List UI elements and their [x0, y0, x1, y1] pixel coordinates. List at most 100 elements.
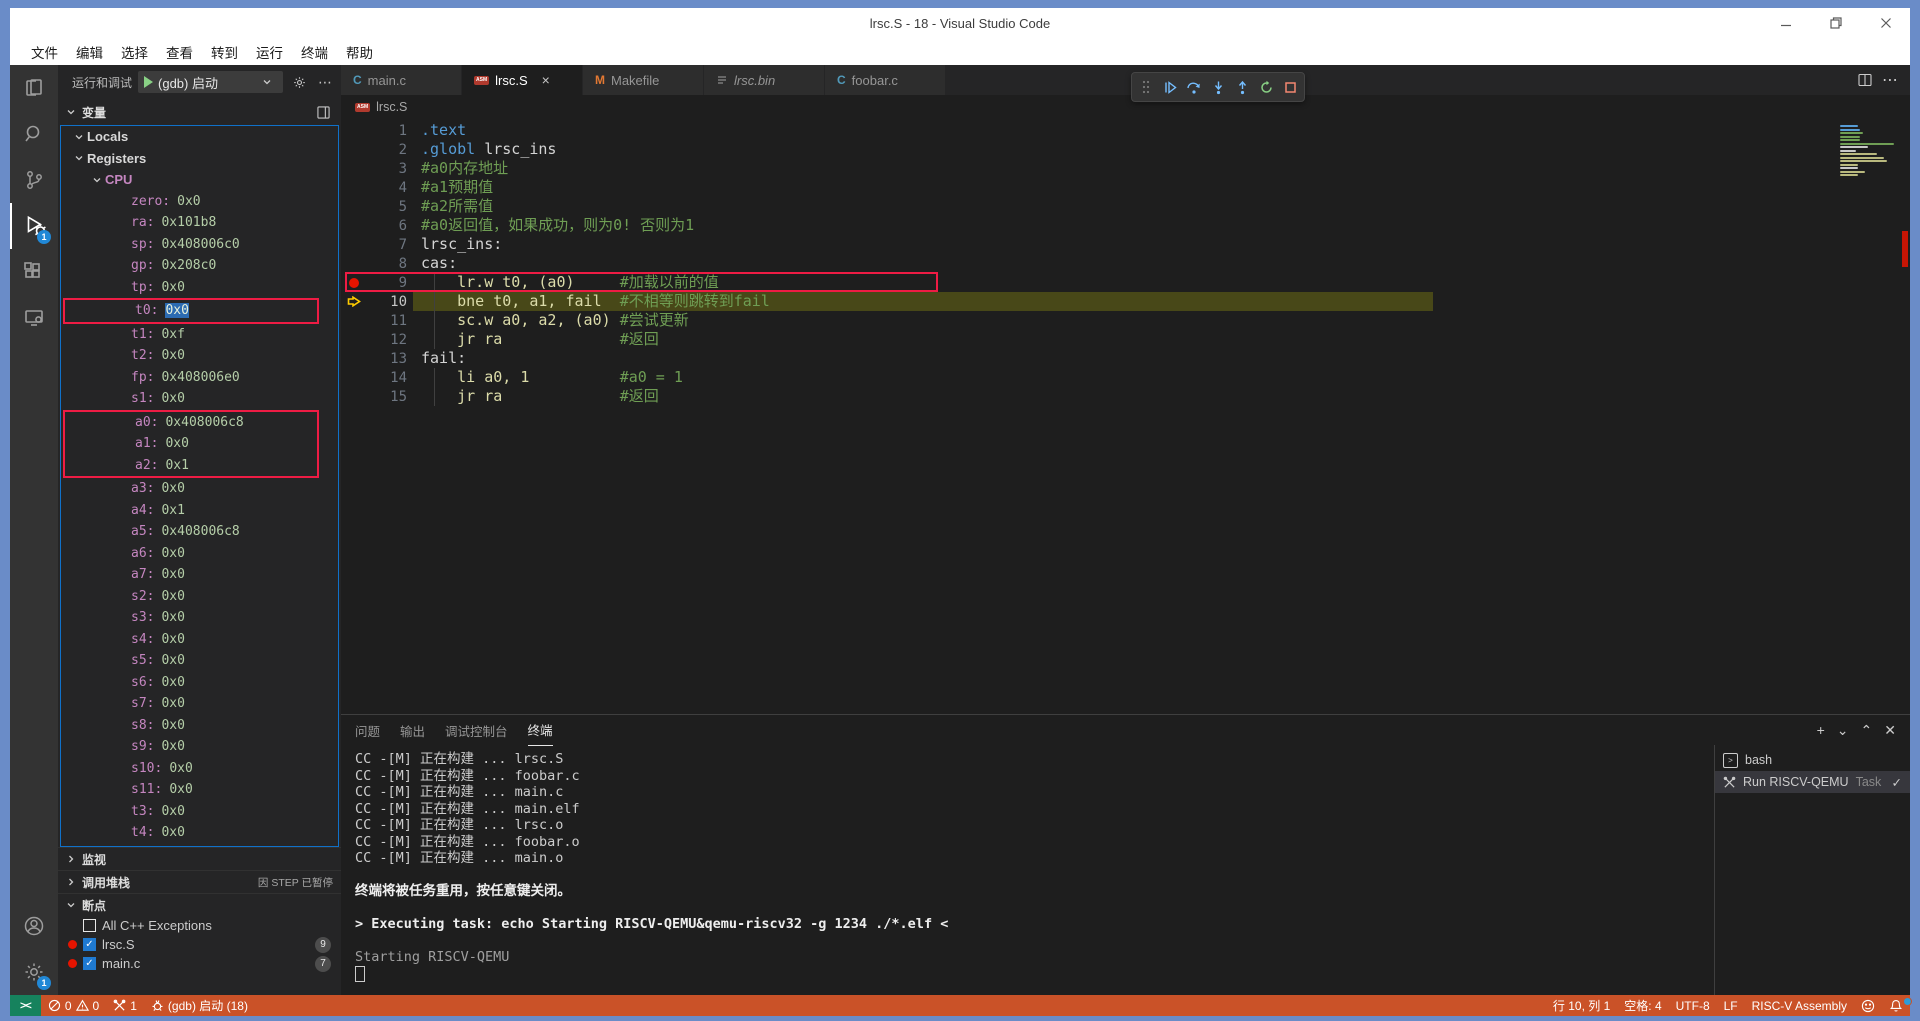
start-debug-icon[interactable] [144, 76, 153, 88]
register-t2[interactable]: t2:0x0 [61, 345, 338, 367]
running-tasks-status[interactable]: 1 [106, 995, 144, 1016]
register-sp[interactable]: sp:0x408006c0 [61, 234, 338, 256]
indent-status[interactable]: 空格: 4 [1617, 997, 1668, 1014]
register-s2[interactable]: s2:0x0 [61, 586, 338, 608]
register-s10[interactable]: s10:0x0 [61, 758, 338, 780]
register-a7[interactable]: a7:0x0 [61, 564, 338, 586]
toolbar-grip-handle[interactable] [1136, 76, 1156, 98]
breakpoints-section-header[interactable]: 断点 [58, 893, 341, 916]
notifications-bell-icon[interactable] [1882, 999, 1910, 1013]
new-terminal-icon[interactable]: + [1817, 722, 1825, 738]
gutter-glyph-11[interactable] [341, 311, 367, 330]
register-s5[interactable]: s5:0x0 [61, 650, 338, 672]
explorer-icon[interactable] [10, 65, 58, 111]
register-zero[interactable]: zero:0x0 [61, 191, 338, 213]
more-actions-icon[interactable]: ⋯ [315, 72, 335, 92]
gutter-glyph-4[interactable] [341, 178, 367, 197]
debug-gear-icon[interactable] [289, 72, 309, 92]
extensions-icon[interactable] [10, 249, 58, 295]
menu-item-0[interactable]: 文件 [22, 39, 67, 65]
register-t0[interactable]: t0:0x0 [63, 298, 319, 324]
register-a5[interactable]: a5:0x408006c8 [61, 521, 338, 543]
settings-gear-icon[interactable]: 1 [10, 949, 58, 995]
breakpoint-checkbox[interactable]: ✓ [83, 957, 96, 970]
register-a2[interactable]: a2:0x1 [63, 455, 319, 479]
register-t3[interactable]: t3:0x0 [61, 801, 338, 823]
tree-node-Registers[interactable]: Registers [61, 148, 338, 170]
tab-Makefile[interactable]: MMakefile [583, 65, 704, 95]
menu-item-2[interactable]: 选择 [112, 39, 157, 65]
encoding-status[interactable]: UTF-8 [1669, 999, 1717, 1013]
breakpoint-row-main.c[interactable]: ✓main.c7 [58, 954, 341, 973]
stop-button[interactable] [1280, 76, 1300, 98]
remote-explorer-icon[interactable] [10, 295, 58, 341]
register-t1[interactable]: t1:0xf [61, 324, 338, 346]
restart-button[interactable] [1256, 76, 1276, 98]
gutter-glyph-2[interactable] [341, 140, 367, 159]
eol-status[interactable]: LF [1717, 999, 1745, 1013]
step-into-button[interactable] [1208, 76, 1228, 98]
gutter-glyph-1[interactable] [341, 121, 367, 140]
tree-node-CPU[interactable]: CPU [61, 169, 338, 191]
register-gp[interactable]: gp:0x208c0 [61, 255, 338, 277]
gutter-glyph-10[interactable] [341, 292, 367, 311]
gutter-glyph-15[interactable] [341, 387, 367, 406]
breakpoint-row-All C++ Exceptions[interactable]: All C++ Exceptions [58, 916, 341, 935]
tab-lrsc.S[interactable]: ASMlrsc.S× [462, 65, 583, 95]
terminal-output[interactable]: CC -[M] 正在构建 ... lrsc.SCC -[M] 正在构建 ... … [341, 745, 1714, 995]
terminal-dropdown-icon[interactable]: ⌄ [1837, 722, 1849, 739]
language-mode-status[interactable]: RISC-V Assembly [1745, 999, 1854, 1013]
terminal-list-item-Run RISCV-QEMU[interactable]: Run RISCV-QEMUTask✓ [1715, 771, 1910, 793]
register-s1[interactable]: s1:0x0 [61, 388, 338, 410]
close-button[interactable] [1876, 13, 1896, 33]
restore-button[interactable] [1826, 13, 1846, 33]
open-pane-icon[interactable] [313, 102, 333, 122]
register-t4[interactable]: t4:0x0 [61, 822, 338, 844]
register-a0[interactable]: a0:0x408006c8 [63, 410, 319, 434]
breadcrumb[interactable]: ASM lrsc.S [341, 95, 1910, 119]
register-ra[interactable]: ra:0x101b8 [61, 212, 338, 234]
menu-item-6[interactable]: 终端 [292, 39, 337, 65]
continue-button[interactable] [1160, 76, 1180, 98]
close-panel-icon[interactable]: ✕ [1884, 722, 1896, 739]
variables-section-header[interactable]: 变量 [58, 99, 341, 125]
register-s3[interactable]: s3:0x0 [61, 607, 338, 629]
breakpoint-row-lrsc.S[interactable]: ✓lrsc.S9 [58, 935, 341, 954]
menu-item-4[interactable]: 转到 [202, 39, 247, 65]
breakpoint-checkbox[interactable]: ✓ [83, 938, 96, 951]
register-s4[interactable]: s4:0x0 [61, 629, 338, 651]
remote-indicator[interactable]: >< [10, 995, 41, 1016]
step-out-button[interactable] [1232, 76, 1252, 98]
register-s11[interactable]: s11:0x0 [61, 779, 338, 801]
register-s6[interactable]: s6:0x0 [61, 672, 338, 694]
launch-config-dropdown[interactable]: (gdb) 启动 [138, 71, 283, 93]
register-s9[interactable]: s9:0x0 [61, 736, 338, 758]
register-s7[interactable]: s7:0x0 [61, 693, 338, 715]
menu-item-7[interactable]: 帮助 [337, 39, 382, 65]
problems-status[interactable]: 0 0 [41, 995, 106, 1016]
search-icon[interactable] [10, 111, 58, 157]
menu-item-5[interactable]: 运行 [247, 39, 292, 65]
step-over-button[interactable] [1184, 76, 1204, 98]
register-a1[interactable]: a1:0x0 [63, 433, 319, 455]
minimap[interactable] [1840, 125, 1896, 176]
register-s8[interactable]: s8:0x0 [61, 715, 338, 737]
tree-node-Locals[interactable]: Locals [61, 126, 338, 148]
gutter-glyph-13[interactable] [341, 349, 367, 368]
register-a6[interactable]: a6:0x0 [61, 543, 338, 565]
panel-tab-问题[interactable]: 问题 [355, 715, 380, 745]
register-fp[interactable]: fp:0x408006e0 [61, 367, 338, 389]
register-a4[interactable]: a4:0x1 [61, 500, 338, 522]
tab-main.c[interactable]: Cmain.c [341, 65, 462, 95]
editor-more-actions-icon[interactable]: ⋯ [1882, 70, 1898, 90]
tab-foobar.c[interactable]: Cfoobar.c [825, 65, 946, 95]
code-editor[interactable]: 1.text2.globl lrsc_ins3#a0内存地址4#a1预期值5#a… [341, 119, 1910, 714]
register-tp[interactable]: tp:0x0 [61, 277, 338, 299]
gutter-glyph-12[interactable] [341, 330, 367, 349]
gutter-glyph-3[interactable] [341, 159, 367, 178]
split-editor-icon[interactable] [1858, 73, 1872, 87]
watch-section-header[interactable]: 监视 [58, 847, 341, 870]
variables-list[interactable]: LocalsRegistersCPUzero:0x0ra:0x101b8sp:0… [60, 125, 339, 847]
panel-tab-终端[interactable]: 终端 [528, 715, 553, 746]
gutter-glyph-8[interactable] [341, 254, 367, 273]
